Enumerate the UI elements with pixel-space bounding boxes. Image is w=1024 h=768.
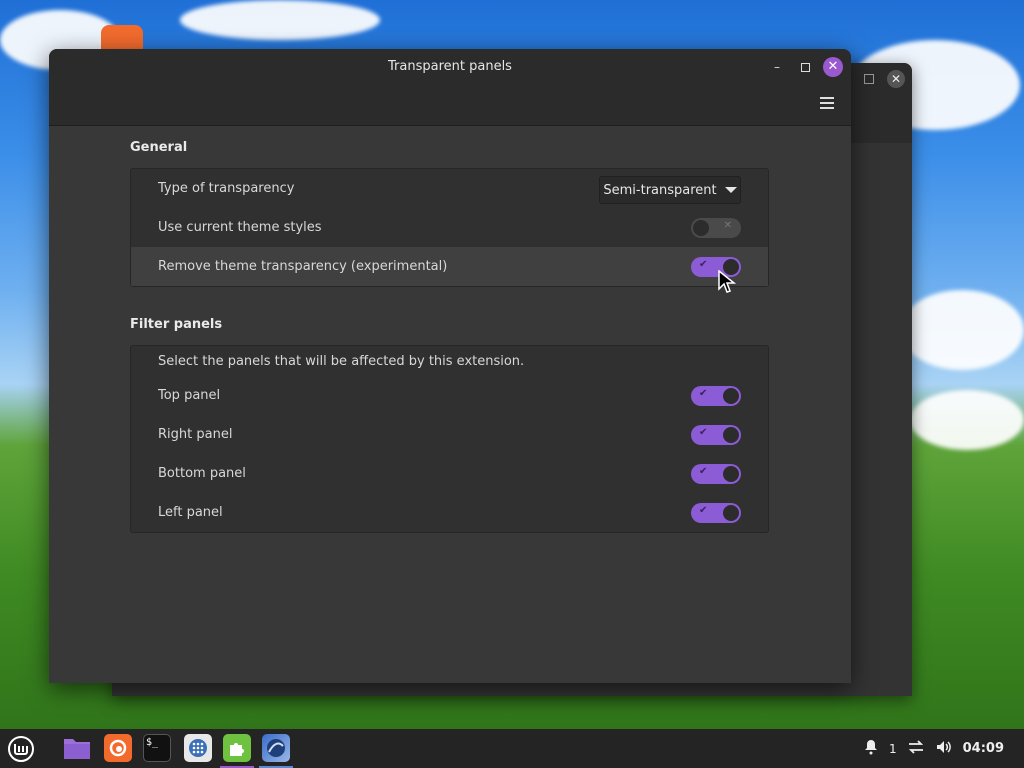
row-right-panel: Right panel ✔ bbox=[131, 415, 768, 454]
toggle-off-x-icon: ✕ bbox=[723, 220, 732, 231]
mouse-cursor-icon bbox=[718, 270, 736, 293]
toggle-knob bbox=[723, 388, 739, 404]
left-panel-label: Left panel bbox=[158, 505, 223, 520]
cloud bbox=[910, 390, 1024, 450]
right-panel-label: Right panel bbox=[158, 427, 233, 442]
files-icon[interactable] bbox=[63, 734, 91, 762]
titlebar: Transparent panels – ✕ bbox=[49, 49, 851, 126]
toggle-on-check-icon: ✔ bbox=[699, 388, 708, 399]
filter-description: Select the panels that will be affected … bbox=[131, 346, 768, 376]
toggle-on-check-icon: ✔ bbox=[699, 466, 708, 477]
toggle-knob bbox=[723, 466, 739, 482]
row-type-of-transparency: Type of transparency Semi-transparent bbox=[131, 169, 768, 208]
toggle-knob bbox=[723, 427, 739, 443]
row-remove-theme-transparency: Remove theme transparency (experimental)… bbox=[131, 247, 768, 286]
left-panel-toggle[interactable]: ✔ bbox=[691, 503, 741, 523]
window-title: Transparent panels bbox=[388, 59, 512, 74]
transparency-type-value: Semi-transparent bbox=[603, 182, 717, 198]
settings-content: General Type of transparency Semi-transp… bbox=[130, 140, 769, 533]
volume-icon[interactable] bbox=[935, 739, 953, 758]
remove-theme-transparency-label: Remove theme transparency (experimental) bbox=[158, 259, 448, 274]
terminal-icon[interactable]: $_ bbox=[143, 734, 171, 762]
row-use-theme-styles: Use current theme styles ✕ bbox=[131, 208, 768, 247]
bottom-panel-toggle[interactable]: ✔ bbox=[691, 464, 741, 484]
transparency-type-dropdown[interactable]: Semi-transparent bbox=[599, 176, 741, 204]
filter-description-text: Select the panels that will be affected … bbox=[158, 353, 525, 369]
app-grid-icon[interactable] bbox=[184, 734, 212, 762]
menu-hamburger-icon[interactable] bbox=[820, 97, 834, 109]
use-theme-styles-label: Use current theme styles bbox=[158, 220, 322, 235]
clock[interactable]: 04:09 bbox=[963, 741, 1004, 756]
top-panel-label: Top panel bbox=[158, 388, 221, 403]
right-panel-toggle[interactable]: ✔ bbox=[691, 425, 741, 445]
maximize-button[interactable] bbox=[795, 57, 815, 77]
network-icon[interactable] bbox=[907, 739, 925, 758]
notifications-count: 1 bbox=[888, 741, 897, 756]
top-panel-toggle[interactable]: ✔ bbox=[691, 386, 741, 406]
dropdown-arrow-icon bbox=[724, 187, 737, 193]
section-general-title: General bbox=[130, 140, 188, 155]
minimize-button[interactable]: – bbox=[767, 57, 787, 77]
toggle-knob bbox=[693, 220, 709, 236]
cloud bbox=[180, 0, 380, 40]
toggle-knob bbox=[723, 505, 739, 521]
close-button[interactable]: ✕ bbox=[823, 57, 843, 77]
row-top-panel: Top panel ✔ bbox=[131, 376, 768, 415]
menu-icon[interactable] bbox=[6, 734, 36, 764]
filter-panels-box: Select the panels that will be affected … bbox=[130, 345, 769, 533]
maximize-icon bbox=[800, 63, 810, 72]
general-settings-box: Type of transparency Semi-transparent Us… bbox=[130, 168, 769, 287]
toggle-on-check-icon: ✔ bbox=[699, 427, 708, 438]
settings-window: Transparent panels – ✕ General Type of t… bbox=[49, 49, 851, 683]
system-tray: 1 04:09 bbox=[863, 729, 1024, 768]
notifications-icon[interactable] bbox=[863, 739, 879, 758]
xp-theme-icon[interactable] bbox=[262, 734, 290, 762]
background-window-close-button[interactable]: ✕ bbox=[887, 70, 905, 88]
row-left-panel: Left panel ✔ bbox=[131, 493, 768, 532]
toggle-on-check-icon: ✔ bbox=[699, 259, 708, 270]
toggle-on-check-icon: ✔ bbox=[699, 505, 708, 516]
row-bottom-panel: Bottom panel ✔ bbox=[131, 454, 768, 493]
extensions-icon[interactable] bbox=[223, 734, 251, 762]
type-of-transparency-label: Type of transparency bbox=[158, 181, 295, 196]
section-filter-title: Filter panels bbox=[130, 317, 223, 332]
bottom-panel-label: Bottom panel bbox=[158, 466, 246, 481]
use-theme-styles-toggle[interactable]: ✕ bbox=[691, 218, 741, 238]
background-window-maximize-icon[interactable] bbox=[864, 74, 874, 84]
taskbar: $_ 1 04:09 bbox=[0, 729, 1024, 768]
cloud bbox=[900, 290, 1024, 370]
firefox-icon[interactable] bbox=[104, 734, 132, 762]
